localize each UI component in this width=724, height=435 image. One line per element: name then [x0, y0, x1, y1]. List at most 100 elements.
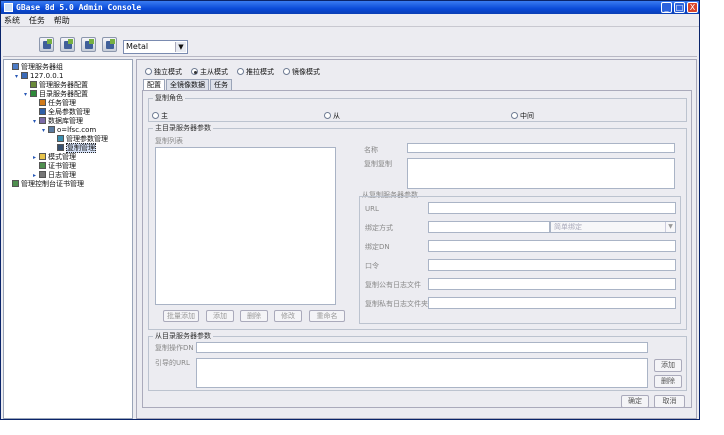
server-group-icon — [12, 63, 19, 70]
ok-button[interactable]: 确定 — [621, 395, 649, 408]
tree-item[interactable]: 管理控制台证书管理 — [6, 180, 84, 189]
mode-radio[interactable]: 镜像模式 — [283, 67, 320, 77]
app-window: GBase 8d 5.0 Admin Console _ □ X 系统 任务 帮… — [0, 0, 700, 420]
tree-item[interactable]: ▸ 模式管理 — [33, 153, 76, 162]
tree-item[interactable]: 全局参数管理 — [33, 108, 90, 117]
tree-item-label: 全局参数管理 — [48, 108, 90, 116]
tree-item-label: 管理控制台证书管理 — [21, 180, 84, 188]
toolbar-refresh-icon[interactable] — [81, 37, 96, 52]
tree-item[interactable]: 任务管理 — [33, 99, 76, 108]
slave-server-params: URL 绑定方式 简单绑定 ▼ 绑定DN 口令 复制公有日志文件 复制私有日志文… — [359, 196, 681, 324]
name-input[interactable] — [407, 143, 675, 153]
server-icon — [21, 72, 28, 79]
tree-item-label: 管理服务器配置 — [39, 81, 88, 89]
bind-dn-input[interactable] — [428, 240, 676, 252]
look-and-feel-select[interactable]: Metal ▼ — [123, 40, 188, 54]
referral-url-label: 引导的URL — [155, 359, 190, 367]
password-input[interactable] — [428, 259, 676, 271]
tab-task[interactable]: 任务 — [210, 79, 232, 90]
tree-item[interactable]: ▾ o=lfsc.com — [42, 126, 96, 135]
certificate-icon — [12, 180, 19, 187]
tree-item[interactable]: ▾ 数据库管理 — [33, 117, 83, 126]
referral-delete-button[interactable]: 删除 — [654, 375, 682, 388]
radio-icon — [324, 112, 331, 119]
tree-item[interactable]: 管理服务器配置 — [24, 81, 88, 90]
radio-icon — [152, 112, 159, 119]
folder-icon — [39, 153, 46, 160]
tab-config[interactable]: 配置 — [143, 79, 165, 90]
database-icon — [39, 117, 46, 124]
chevron-down-icon[interactable]: ▼ — [175, 42, 186, 52]
radio-icon — [511, 112, 518, 119]
navigation-tree[interactable]: 管理服务器组 ▾ 127.0.0.1 管理服务器配置 ▾ 目录服务器配置 任务管理 全局参数管… — [3, 59, 133, 419]
tree-item-label: 模式管理 — [48, 153, 76, 161]
toolbar-connect-icon[interactable] — [39, 37, 54, 52]
mode-radio[interactable]: 推拉模式 — [237, 67, 274, 77]
delete-button[interactable]: 删除 — [240, 310, 268, 322]
menu-bar: 系统 任务 帮助 — [1, 15, 699, 27]
toolbar-disconnect-icon[interactable] — [60, 37, 75, 52]
password-label: 口令 — [365, 262, 379, 270]
url-input[interactable] — [428, 202, 676, 214]
window-title: GBase 8d 5.0 Admin Console — [16, 3, 142, 12]
private-log-input[interactable] — [428, 297, 676, 309]
menu-task[interactable]: 任务 — [26, 15, 48, 27]
add-button[interactable]: 添加 — [206, 310, 234, 322]
title-bar: GBase 8d 5.0 Admin Console _ □ X — [1, 1, 699, 14]
url-label: URL — [365, 205, 379, 213]
tree-item-label: 日志管理 — [48, 171, 76, 179]
role-master-radio[interactable]: 主 — [152, 111, 168, 121]
name-label: 名称 — [364, 146, 378, 154]
replication-mode-group: 独立模式 主从模式 推拉模式 镜像模式 — [145, 67, 329, 77]
menu-help[interactable]: 帮助 — [51, 15, 73, 27]
mode-label: 推拉模式 — [246, 68, 274, 76]
modify-button[interactable]: 修改 — [274, 310, 302, 322]
bind-method-select[interactable]: 简单绑定 ▼ — [550, 221, 676, 233]
minimize-button[interactable]: _ — [661, 2, 672, 13]
toolbar-server-icon[interactable] — [102, 37, 117, 52]
tools-icon — [39, 99, 46, 106]
tab-full-mirror[interactable]: 全镜像数据 — [166, 79, 209, 90]
tree-item-label: 127.0.0.1 — [30, 72, 64, 80]
menu-system[interactable]: 系统 — [1, 15, 23, 27]
role-master-label: 主 — [161, 112, 168, 120]
batch-add-button[interactable]: 批量添加 — [163, 310, 199, 322]
referral-url-list[interactable] — [196, 358, 648, 388]
public-log-input[interactable] — [428, 278, 676, 290]
replica-copy-label: 复制复制 — [364, 160, 392, 168]
config-panel: 复制角色 主 从 中间 主目录服务器参数 复制列表 批量添加 添加 删除 修改 … — [142, 90, 692, 408]
tree-item[interactable]: ▸ 日志管理 — [33, 171, 76, 180]
referral-add-button[interactable]: 添加 — [654, 359, 682, 372]
radio-icon — [283, 68, 290, 75]
mode-radio[interactable]: 主从模式 — [191, 67, 228, 77]
log-icon — [39, 171, 46, 178]
private-log-label: 复制私有日志文件夹 — [365, 300, 428, 308]
role-middle-radio[interactable]: 中间 — [511, 111, 534, 121]
master-params-label: 主目录服务器参数 — [153, 124, 213, 132]
replica-list-label: 复制列表 — [155, 137, 183, 145]
tree-item[interactable]: 管理服务器组 — [6, 63, 63, 72]
chevron-down-icon[interactable]: ▼ — [665, 222, 675, 232]
look-and-feel-value: Metal — [126, 42, 149, 51]
rename-button[interactable]: 重命名 — [309, 310, 345, 322]
role-group-label: 复制角色 — [153, 94, 185, 102]
tree-item[interactable]: 证书管理 — [33, 162, 76, 171]
globe-icon — [39, 108, 46, 115]
maximize-button[interactable]: □ — [674, 2, 685, 13]
tree-item-label: o=lfsc.com — [57, 126, 97, 134]
bind-method-value: 简单绑定 — [554, 223, 582, 231]
app-icon — [4, 3, 13, 12]
close-button[interactable]: X — [687, 2, 698, 13]
tree-item[interactable]: ▾ 目录服务器配置 — [24, 90, 88, 99]
role-group: 复制角色 主 从 中间 — [148, 94, 687, 122]
replica-copy-textarea[interactable] — [407, 158, 675, 189]
tree-item[interactable]: 复制管理 — [51, 143, 96, 153]
replication-dn-input[interactable] — [196, 342, 648, 353]
role-slave-label: 从 — [333, 112, 340, 120]
directory-icon — [30, 90, 37, 97]
role-slave-radio[interactable]: 从 — [324, 111, 340, 121]
tree-item[interactable]: ▾ 127.0.0.1 — [15, 72, 63, 81]
mode-radio[interactable]: 独立模式 — [145, 67, 182, 77]
replica-list[interactable] — [155, 147, 336, 305]
cancel-button[interactable]: 取消 — [654, 395, 685, 408]
